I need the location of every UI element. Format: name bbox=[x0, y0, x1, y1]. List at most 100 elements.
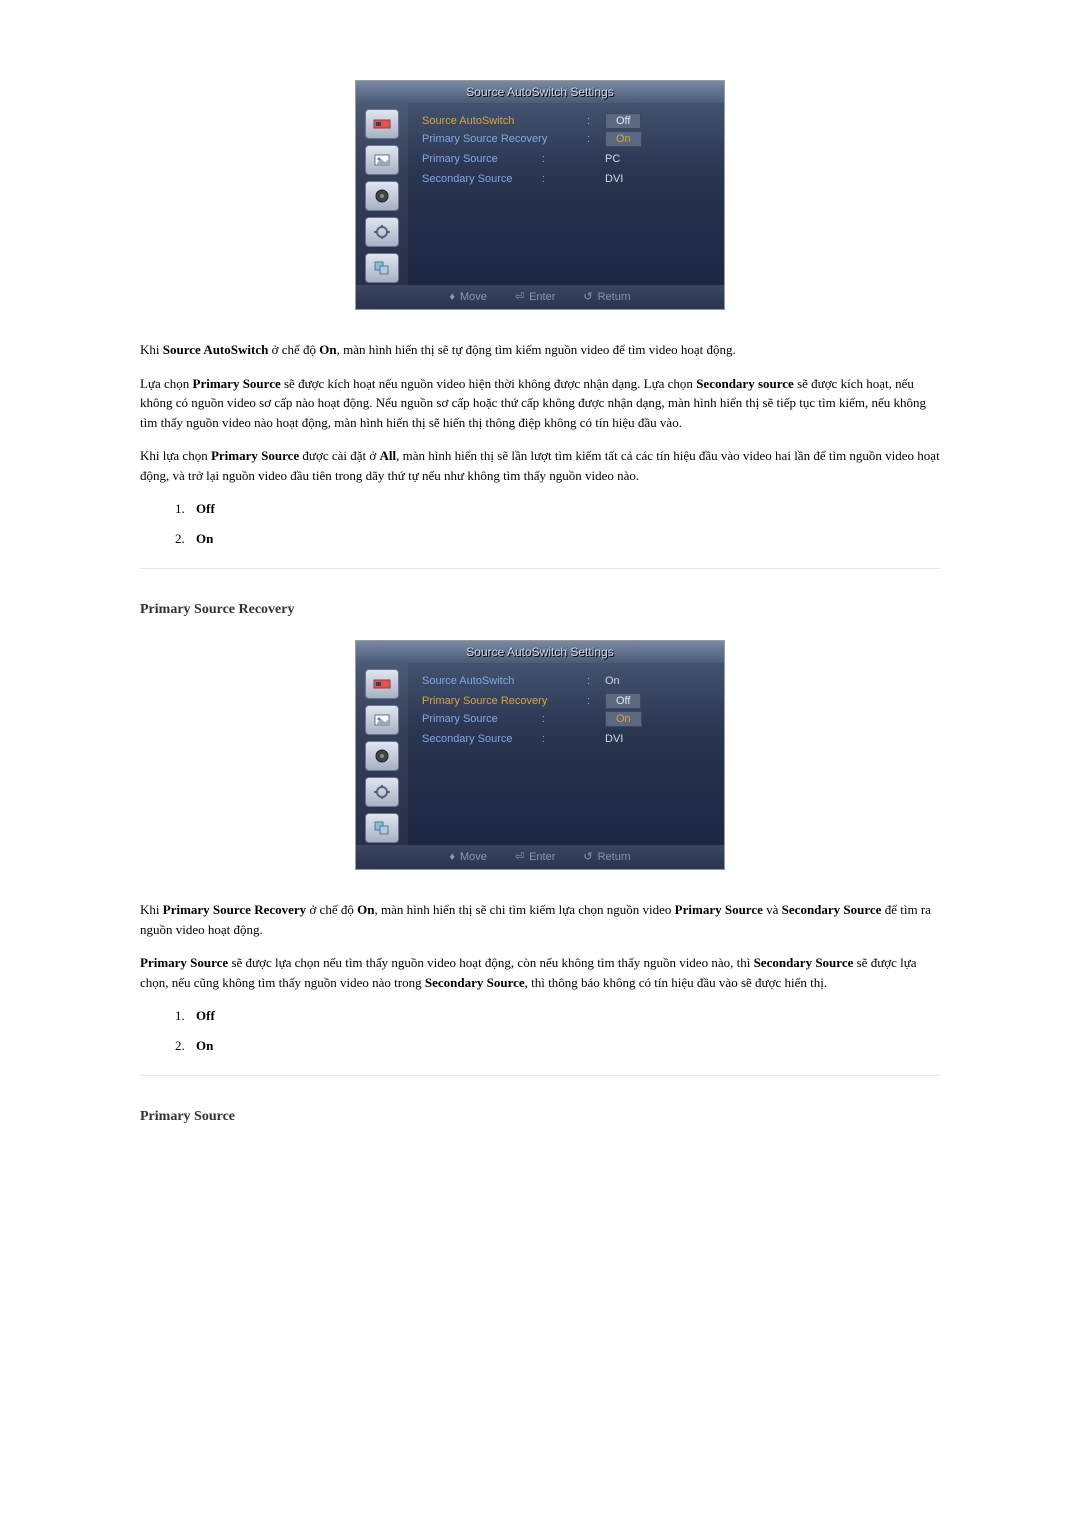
separator bbox=[140, 568, 940, 569]
osd-sidebar bbox=[356, 663, 408, 845]
option-off: Off bbox=[188, 499, 940, 519]
option-label: On bbox=[196, 1038, 213, 1053]
osd-screenshot-1: Source AutoSwitch Settings Source AutoSw… bbox=[355, 80, 725, 310]
text: được cài đặt ở bbox=[299, 448, 379, 463]
bold-text: On bbox=[357, 902, 374, 917]
picture-icon bbox=[365, 145, 399, 175]
colon: : bbox=[542, 731, 605, 748]
menu-value: DVI bbox=[605, 731, 623, 748]
bold-text: On bbox=[319, 342, 336, 357]
sound-icon bbox=[365, 181, 399, 211]
separator bbox=[140, 1075, 940, 1076]
bold-text: Primary Source bbox=[211, 448, 299, 463]
osd-footer: ♦Move ⏎Enter ↺Return bbox=[356, 285, 724, 309]
options-list-2: Off On bbox=[188, 1006, 940, 1055]
osd-screenshot-2: Source AutoSwitch Settings Source AutoSw… bbox=[355, 640, 725, 870]
bold-text: Source AutoSwitch bbox=[163, 342, 269, 357]
paragraph-2: Lựa chọn Primary Source sẽ được kích hoạ… bbox=[140, 374, 940, 433]
paragraph-3: Khi lựa chọn Primary Source được cài đặt… bbox=[140, 446, 940, 485]
text: Lựa chọn bbox=[140, 376, 193, 391]
menu-label: Primary Source bbox=[422, 151, 542, 168]
paragraph-4: Khi Primary Source Recovery ở chế độ On,… bbox=[140, 900, 940, 939]
bold-text: Secondary Source bbox=[782, 902, 882, 917]
footer-label: Move bbox=[460, 289, 487, 306]
text: , màn hình hiển thị sẽ tự động tìm kiếm … bbox=[337, 342, 736, 357]
option-off: Off bbox=[188, 1006, 940, 1026]
colon: : bbox=[587, 131, 605, 148]
option-on: On bbox=[188, 1036, 940, 1056]
multi-icon bbox=[365, 813, 399, 843]
menu-value-off: Off bbox=[605, 693, 641, 709]
bold-text: Primary Source bbox=[193, 376, 281, 391]
footer-move: ♦ Move bbox=[449, 289, 487, 306]
footer-return: ↺ Return bbox=[583, 289, 630, 306]
colon: : bbox=[587, 673, 605, 690]
text: ở chế độ bbox=[268, 342, 319, 357]
colon: : bbox=[542, 711, 560, 728]
footer-label: Return bbox=[598, 849, 631, 866]
paragraph-1: Khi Source AutoSwitch ở chế độ On, màn h… bbox=[140, 340, 940, 360]
osd-title: Source AutoSwitch Settings bbox=[356, 641, 724, 663]
colon: : bbox=[542, 171, 605, 188]
menu-row-autoswitch: Source AutoSwitch : Off bbox=[422, 111, 710, 131]
bold-text: Primary Source Recovery bbox=[163, 902, 306, 917]
input-icon bbox=[365, 669, 399, 699]
heading-primary-source-recovery: Primary Source Recovery bbox=[140, 599, 940, 620]
text: Khi bbox=[140, 342, 163, 357]
osd-footer: ♦ Move ⏎ Enter ↺ Return bbox=[356, 845, 724, 869]
input-icon bbox=[365, 109, 399, 139]
text: sẽ được kích hoạt nếu nguồn video hiện t… bbox=[281, 376, 696, 391]
text: ở chế độ bbox=[306, 902, 357, 917]
menu-label: Primary Source Recovery bbox=[422, 131, 587, 148]
osd-menu: Source AutoSwitch : Off On Primary Sourc… bbox=[408, 103, 724, 285]
enter-icon: ⏎ bbox=[515, 289, 524, 306]
return-icon: ↺ bbox=[583, 289, 592, 306]
menu-row-recovery: Primary Source Recovery : Off bbox=[422, 691, 710, 711]
enter-icon: ⏎ bbox=[515, 849, 524, 866]
text: , màn hình hiển thị sẽ chi tìm kiếm lựa … bbox=[374, 902, 674, 917]
osd-sidebar bbox=[356, 103, 408, 285]
menu-row-primary: Primary Source : bbox=[422, 709, 710, 729]
footer-label: Enter bbox=[529, 849, 555, 866]
menu-row-autoswitch: Source AutoSwitch : On bbox=[422, 671, 710, 691]
osd-body: Source AutoSwitch : On Primary Source Re… bbox=[356, 663, 724, 845]
menu-label: Source AutoSwitch bbox=[422, 113, 587, 130]
setup-icon bbox=[365, 777, 399, 807]
text: và bbox=[763, 902, 782, 917]
footer-label: Move bbox=[460, 849, 487, 866]
setup-icon bbox=[365, 217, 399, 247]
menu-value: PC bbox=[605, 151, 620, 168]
colon: : bbox=[542, 151, 605, 168]
picture-icon bbox=[365, 705, 399, 735]
text: , thì thông báo không có tín hiệu đầu và… bbox=[525, 975, 827, 990]
option-label: Off bbox=[196, 1008, 215, 1023]
menu-label: Source AutoSwitch bbox=[422, 673, 587, 690]
menu-label: Secondary Source bbox=[422, 171, 542, 188]
option-on: On bbox=[188, 529, 940, 549]
option-label: On bbox=[196, 531, 213, 546]
updown-icon: ♦ bbox=[449, 289, 455, 306]
menu-value: On bbox=[605, 673, 620, 690]
return-icon: ↺ bbox=[583, 849, 592, 866]
menu-value-off: Off bbox=[605, 113, 641, 129]
menu-value-on: On bbox=[605, 711, 642, 727]
footer-enter: ⏎ Enter bbox=[515, 849, 556, 866]
footer-label: Return bbox=[598, 289, 631, 306]
menu-value-on: On bbox=[605, 131, 642, 147]
bold-text: Secondary Source bbox=[754, 955, 854, 970]
updown-icon: ♦ bbox=[449, 849, 455, 866]
text: Khi bbox=[140, 902, 163, 917]
menu-value: DVI bbox=[605, 171, 623, 188]
option-label: Off bbox=[196, 501, 215, 516]
paragraph-5: Primary Source sẽ được lựa chọn nếu tìm … bbox=[140, 953, 940, 992]
bold-text: Primary Source bbox=[675, 902, 763, 917]
menu-label: Secondary Source bbox=[422, 731, 542, 748]
sound-icon bbox=[365, 741, 399, 771]
bold-text: Secondary Source bbox=[425, 975, 525, 990]
osd-menu: Source AutoSwitch : On Primary Source Re… bbox=[408, 663, 724, 845]
heading-primary-source: Primary Source bbox=[140, 1106, 940, 1127]
menu-row-recovery: Primary Source Recovery : bbox=[422, 129, 710, 149]
options-list-1: Off On bbox=[188, 499, 940, 548]
footer-move: ♦ Move bbox=[449, 849, 487, 866]
bold-text: All bbox=[380, 448, 397, 463]
